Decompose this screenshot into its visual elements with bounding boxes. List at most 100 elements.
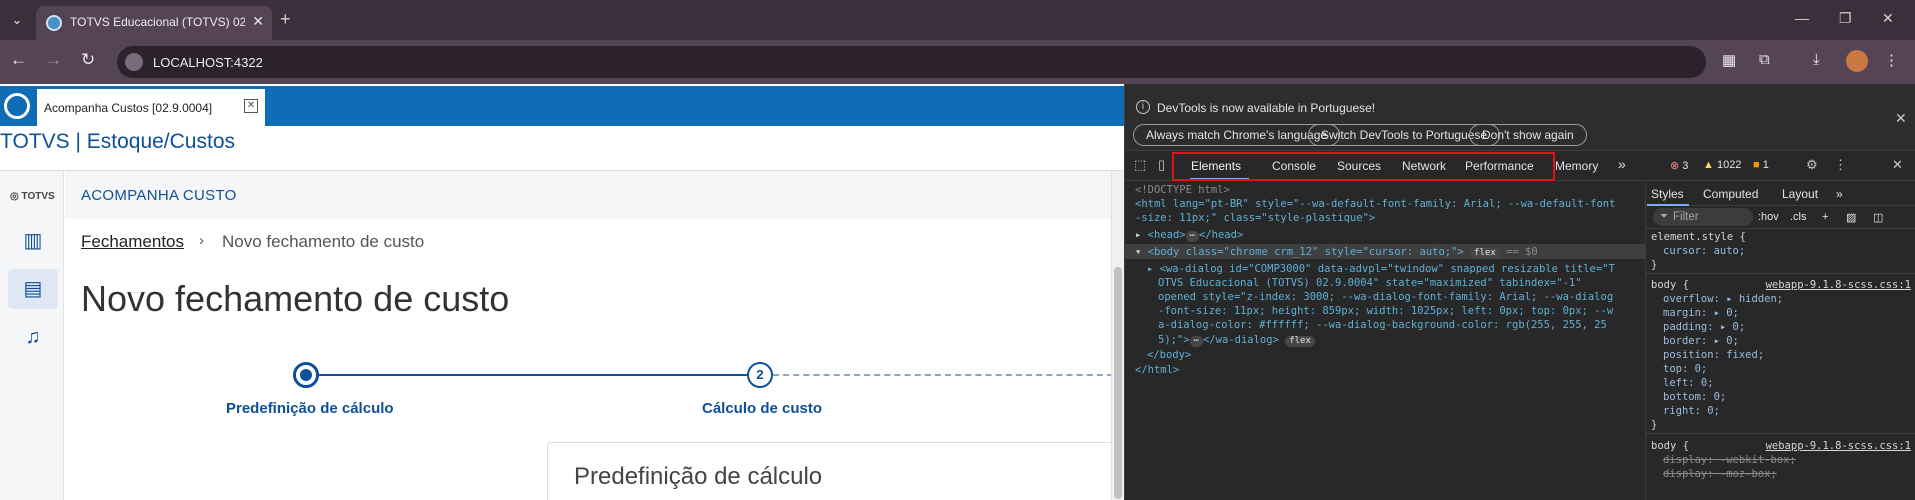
issue-count-badge[interactable]: ■ 1 [1753,159,1769,171]
dom-line-head[interactable]: ▸ <head> ⋯ </head> [1135,229,1647,243]
browser-menu-icon[interactable]: ⋮ [1884,51,1899,69]
dom-line[interactable]: ▸ <wa-dialog id="COMP3000" data-advpl="t… [1147,263,1659,277]
collapsed-pill[interactable]: ⋯ [1189,336,1204,347]
settings-gear-icon[interactable]: ⚙ [1806,157,1818,173]
rule-source-link[interactable]: webapp-9.1.8-scss.css:1 [1766,440,1911,454]
dom-text: 5);"> [1158,334,1190,346]
dom-line[interactable]: </body> [1147,349,1659,363]
dom-line[interactable]: a-dialog-color: #ffffff; --wa-dialog-bac… [1158,319,1670,333]
calculator-icon[interactable]: ▤ [8,269,58,309]
rule-source-link[interactable]: webapp-9.1.8-scss.css:1 [1766,279,1911,293]
flex-pill[interactable]: flex [1285,336,1315,347]
dom-line[interactable]: opened style="z-index: 3000; --wa-dialog… [1158,291,1670,305]
dont-show-again-button[interactable]: Don't show again [1469,124,1587,146]
side-logo: ◎ TOTVS [10,191,55,202]
dom-line[interactable]: 5);"> ⋯ </wa-dialog> flex [1158,334,1670,348]
error-count: 3 [1682,160,1689,172]
rule-declaration[interactable]: padding: ▸ 0; [1663,321,1745,335]
hov-toggle[interactable]: :hov [1758,211,1779,223]
web-page: Acompanha Custos [02.9.0004] ✕ TOTVS | E… [0,84,1124,500]
rule-declaration[interactable]: position: fixed; [1663,349,1764,363]
reload-icon[interactable]: ↻ [81,50,95,70]
warning-count: 1022 [1716,159,1742,171]
filter-placeholder: Filter [1673,211,1699,223]
toggle-sidebar-icon[interactable]: ◫ [1873,211,1883,224]
dom-tag: <head> [1147,229,1186,241]
browser-tab[interactable]: TOTVS Educacional (TOTVS) 02.9 ✕ [36,6,272,40]
chart-bars-icon[interactable]: ▥ [8,221,58,261]
paint-icon[interactable]: ▨ [1846,211,1856,224]
tab-computed[interactable]: Computed [1703,187,1758,201]
collapsed-pill[interactable]: ⋯ [1185,231,1200,242]
site-info-icon[interactable] [125,53,143,71]
tab-search-chevron-icon[interactable]: ⌄ [4,8,30,32]
url-text[interactable]: LOCALHOST:4322 [153,55,263,70]
devtools-infobar: i DevTools is now available in Portugues… [1125,84,1915,151]
inspect-element-icon[interactable]: ⬚ [1134,157,1146,173]
app-tab-label: Acompanha Custos [02.9.0004] [44,101,213,115]
rule-declaration-overridden[interactable]: display: -moz-box; [1663,468,1777,482]
new-tab-plus-icon[interactable]: + [280,9,291,30]
devtools-menu-icon[interactable]: ⋮ [1834,157,1847,173]
error-count-badge[interactable]: ⊗ 3 [1670,159,1688,172]
app-tab-close-icon[interactable]: ✕ [244,99,258,113]
minimize-icon[interactable]: — [1795,10,1809,26]
bell-icon[interactable]: ♫ [8,317,58,357]
new-rule-plus-icon[interactable]: + [1822,211,1828,223]
restore-icon[interactable]: ❐ [1839,10,1852,27]
tab-close-icon[interactable]: ✕ [252,13,264,30]
extensions-puzzle-icon[interactable]: ⧉ [1759,51,1770,68]
rule-selector: element.style { [1651,231,1746,243]
rule-declaration[interactable]: cursor: auto; [1663,245,1745,259]
qr-code-icon[interactable]: ▦ [1722,51,1736,69]
tab-memory[interactable]: Memory [1555,159,1598,173]
dom-line[interactable]: <!DOCTYPE html> [1135,184,1647,198]
rule-declaration[interactable]: border: ▸ 0; [1663,335,1739,349]
styles-filter-input[interactable]: ⏷ Filter [1653,208,1753,226]
rule-declaration[interactable]: left: 0; [1663,377,1714,391]
infobar-close-icon[interactable]: ✕ [1895,110,1907,127]
highlight-box [1172,152,1555,181]
dom-line-body[interactable]: ▾ <body class="chrome crm_12" style="cur… [1135,246,1647,260]
warning-count-badge[interactable]: ▲ 1022 [1703,159,1741,171]
warning-icon: ▲ [1703,159,1714,171]
rule-declaration[interactable]: margin: ▸ 0; [1663,307,1739,321]
rule-declaration[interactable]: top: 0; [1663,363,1707,377]
rule-declaration[interactable]: overflow: ▸ hidden; [1663,293,1783,307]
window-close-icon[interactable]: ✕ [1882,10,1894,27]
breadcrumb-current: Novo fechamento de custo [222,232,425,251]
breadcrumb-link[interactable]: Fechamentos [81,232,184,252]
step-1-indicator[interactable] [293,362,319,388]
dom-line[interactable]: <html lang="pt-BR" style="--wa-default-f… [1135,198,1647,212]
rule-declaration[interactable]: bottom: 0; [1663,391,1726,405]
step-2-indicator[interactable]: 2 [747,362,773,388]
more-tabs-icon[interactable]: » [1618,156,1626,172]
rule-declaration[interactable]: right: 0; [1663,405,1720,419]
dom-line[interactable]: -font-size: 11px; height: 859px; width: … [1158,305,1670,319]
page-scroll-thumb[interactable] [1114,267,1122,499]
address-bar[interactable]: LOCALHOST:4322 [117,46,1706,78]
page-scrollbar[interactable] [1111,171,1124,500]
dom-tag: </wa-dialog> [1203,334,1279,346]
profile-avatar[interactable] [1846,50,1868,72]
more-tabs-icon[interactable]: » [1836,187,1843,201]
flex-pill[interactable]: flex [1470,248,1500,259]
browser-tab-strip: ⌄ TOTVS Educacional (TOTVS) 02.9 ✕ + — ❐… [0,0,1915,40]
forward-arrow-icon[interactable]: → [45,50,62,70]
rule-declaration-overridden[interactable]: display: -webkit-box; [1663,454,1796,468]
devtools-close-icon[interactable]: ✕ [1892,157,1903,173]
step-1-label: Predefinição de cálculo [226,400,394,417]
app-tab[interactable]: Acompanha Custos [02.9.0004] ✕ [37,89,265,126]
infobar-message: DevTools is now available in Portuguese! [1157,101,1376,115]
device-toolbar-icon[interactable]: ▯ [1158,157,1165,173]
back-arrow-icon[interactable]: ← [10,50,27,70]
browser-toolbar: ← → ↻ LOCALHOST:4322 ▦ ⧉ ⤓ ⋮ [0,40,1915,84]
cls-toggle[interactable]: .cls [1790,211,1807,223]
dom-line[interactable]: </html> [1135,364,1647,378]
download-icon[interactable]: ⤓ [1813,51,1820,68]
dom-line[interactable]: OTVS Educacional (TOTVS) 02.9.0004" stat… [1158,277,1670,291]
tab-styles[interactable]: Styles [1651,187,1684,201]
dom-line[interactable]: -size: 11px;" class="style-plastique"> [1135,212,1647,226]
rule-close: } [1651,419,1658,431]
tab-layout[interactable]: Layout [1782,187,1818,201]
